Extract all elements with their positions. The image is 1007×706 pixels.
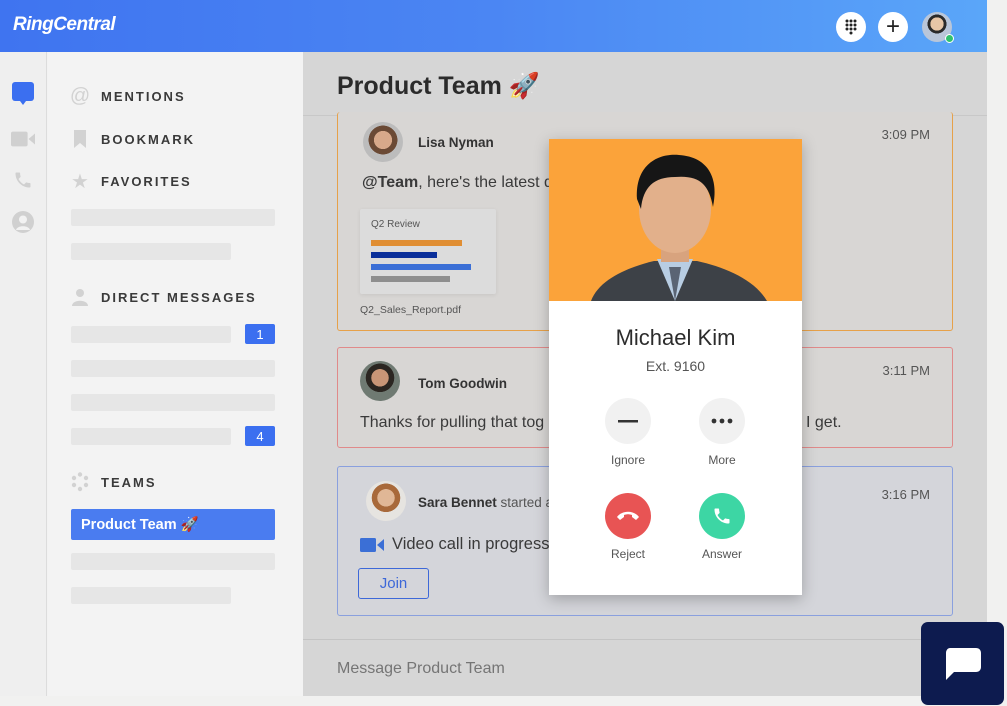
avatar[interactable]	[360, 361, 400, 401]
incoming-call-dialog: Michael Kim Ext. 9160 Ignore More Reject…	[549, 139, 802, 595]
mention[interactable]: @Team	[362, 174, 418, 191]
ignore-button[interactable]	[605, 398, 651, 444]
sidebar-item-label: FAVORITES	[101, 173, 192, 189]
preview-bar	[371, 252, 437, 258]
sidebar: @ MENTIONS BOOKMARK ★ FAVORITES DIRECT M…	[48, 52, 303, 696]
ignore-label: Ignore	[610, 453, 646, 467]
unread-badge: 4	[245, 426, 275, 446]
contacts-icon	[12, 211, 34, 233]
rail-messages[interactable]	[11, 82, 35, 106]
dialpad-button[interactable]	[836, 12, 866, 42]
video-call-status: Video call in progress	[392, 535, 550, 553]
chat-bubble-icon	[945, 647, 981, 680]
more-label: More	[708, 453, 736, 467]
at-icon: @	[69, 84, 91, 107]
author-name[interactable]: Lisa Nyman	[418, 135, 494, 150]
avatar[interactable]	[363, 122, 403, 162]
bookmark-icon	[70, 129, 90, 149]
page-title: Product Team 🚀	[337, 72, 540, 100]
plus-icon: +	[885, 13, 900, 40]
section-teams: TEAMS	[70, 472, 157, 492]
preview-bar	[371, 276, 450, 282]
author-name[interactable]: Tom Goodwin	[418, 376, 507, 391]
hang-up-icon	[617, 511, 639, 520]
direct-message-item[interactable]	[71, 394, 275, 411]
phone-icon	[714, 508, 730, 524]
sidebar-item-label: MENTIONS	[101, 88, 186, 104]
app-window: RingCentral + @ MENTIONS BOOKMARK ★ FAVO…	[0, 0, 987, 696]
section-label: DIRECT MESSAGES	[101, 289, 257, 305]
top-bar: RingCentral +	[0, 0, 987, 52]
nav-rail	[0, 52, 47, 696]
chat-widget-button[interactable]	[921, 622, 1004, 705]
sidebar-item-product-team[interactable]: Product Team 🚀	[71, 509, 275, 540]
rail-phone[interactable]	[11, 168, 35, 192]
join-call-button[interactable]: Join	[358, 568, 429, 599]
unread-badge: 1	[245, 324, 275, 344]
add-button[interactable]: +	[878, 12, 908, 42]
section-direct-messages: DIRECT MESSAGES	[70, 287, 257, 307]
direct-message-item[interactable]	[71, 326, 231, 343]
answer-button[interactable]	[699, 493, 745, 539]
avatar[interactable]	[366, 481, 406, 521]
rail-video[interactable]	[11, 127, 35, 151]
favorite-placeholder[interactable]	[71, 243, 231, 260]
brand-logo: RingCentral	[13, 14, 116, 35]
sidebar-item-label: BOOKMARK	[101, 131, 195, 147]
rail-contacts[interactable]	[11, 210, 35, 234]
dialpad-icon	[845, 19, 857, 35]
direct-message-item[interactable]	[71, 428, 231, 445]
caller-extension: Ext. 9160	[645, 358, 706, 374]
more-button[interactable]	[699, 398, 745, 444]
video-icon	[360, 537, 384, 558]
sidebar-item-favorites[interactable]: ★ FAVORITES	[70, 170, 192, 193]
team-item[interactable]	[71, 553, 275, 570]
minus-icon	[618, 420, 638, 423]
sidebar-item-bookmark[interactable]: BOOKMARK	[70, 129, 195, 149]
timestamp: 3:16 PM	[881, 487, 930, 502]
favorite-placeholder[interactable]	[71, 209, 275, 226]
preview-bar	[371, 240, 462, 246]
caller-portrait-icon	[591, 154, 767, 301]
message-input[interactable]	[337, 660, 837, 678]
preview-bar	[371, 264, 471, 270]
file-name[interactable]: Q2_Sales_Report.pdf	[360, 304, 461, 316]
message-text-tail: I get.	[806, 414, 842, 431]
caller-name: Michael Kim	[615, 325, 736, 350]
call-started-text: Sara Bennet started a	[418, 495, 554, 510]
sidebar-item-mentions[interactable]: @ MENTIONS	[69, 84, 186, 107]
author-name[interactable]: Sara Bennet	[418, 495, 497, 510]
file-preview-title: Q2 Review	[371, 219, 420, 230]
presence-online-indicator	[945, 34, 954, 43]
person-icon	[70, 287, 90, 307]
answer-label: Answer	[701, 547, 742, 561]
teams-icon	[70, 472, 90, 492]
section-label: TEAMS	[101, 474, 157, 490]
more-dots-icon	[711, 418, 733, 424]
video-icon	[11, 131, 35, 147]
star-icon: ★	[71, 170, 89, 193]
message-text: Thanks for pulling that tog	[360, 414, 545, 431]
message-composer	[303, 639, 987, 696]
timestamp: 3:09 PM	[881, 127, 930, 142]
team-item[interactable]	[71, 587, 231, 604]
reject-button[interactable]	[605, 493, 651, 539]
direct-message-item[interactable]	[71, 360, 275, 377]
timestamp: 3:11 PM	[882, 363, 930, 378]
message-icon	[12, 82, 34, 105]
phone-icon	[15, 172, 31, 188]
caller-photo	[549, 139, 802, 301]
message-text: @Team, here's the latest d	[362, 174, 553, 191]
reject-label: Reject	[610, 547, 645, 561]
file-preview[interactable]: Q2 Review	[360, 209, 496, 294]
